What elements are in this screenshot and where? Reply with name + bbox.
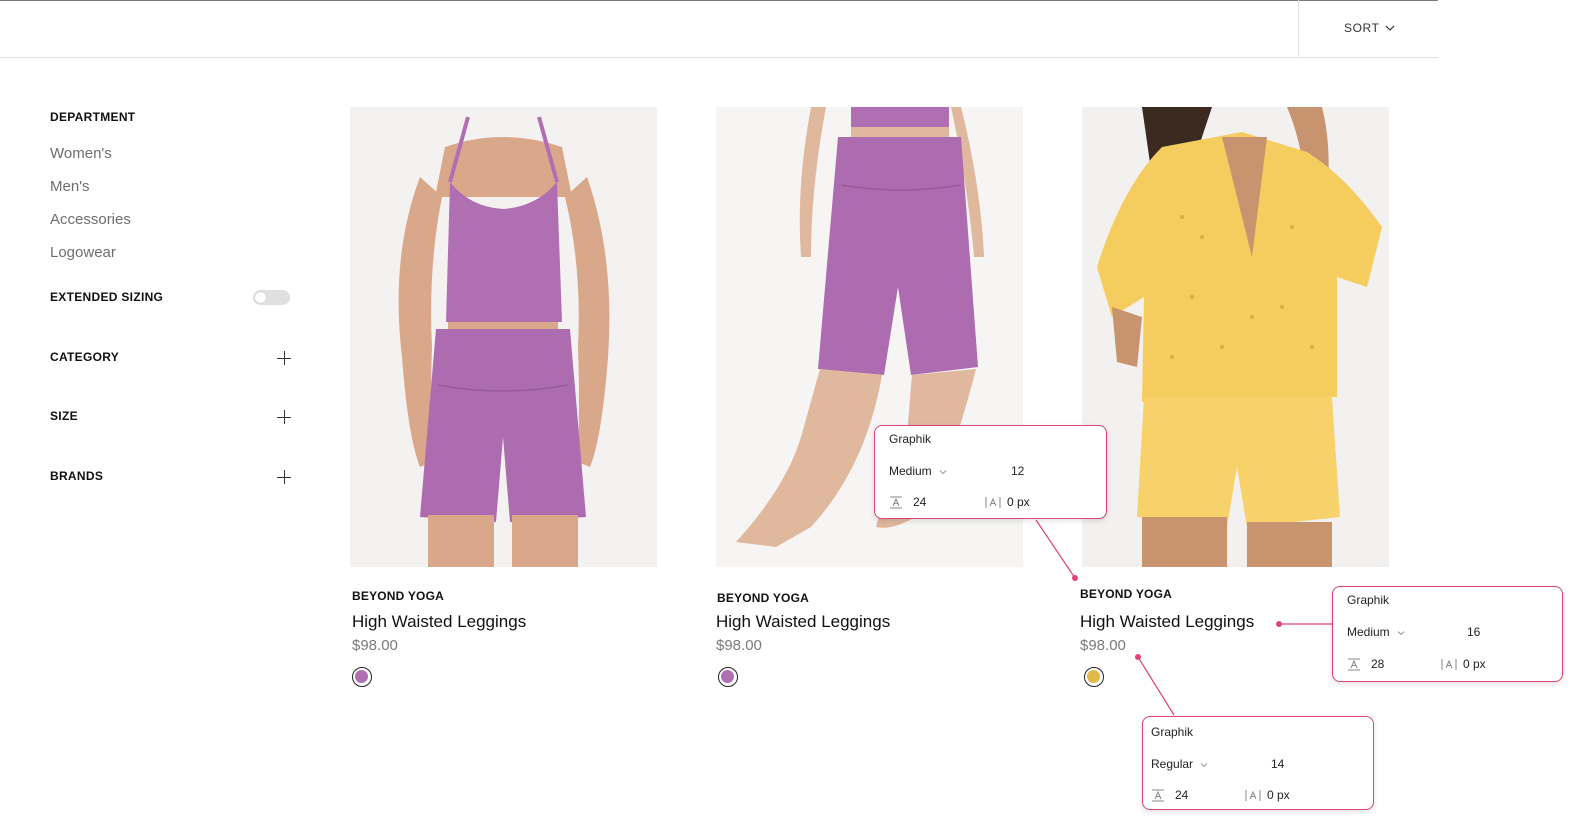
letter-spacing-icon — [985, 497, 1001, 509]
category-expand-icon[interactable] — [277, 351, 291, 365]
typography-annotation: Graphik Medium 16 28 0 px — [1332, 586, 1563, 682]
product-brand: BEYOND YOGA — [352, 589, 444, 603]
product-image[interactable] — [1082, 107, 1389, 567]
swatch-fill — [721, 670, 734, 683]
chevron-down-icon — [1385, 25, 1394, 31]
product-brand: BEYOND YOGA — [1080, 587, 1172, 601]
line-height-icon — [1152, 789, 1164, 802]
color-swatch[interactable] — [1084, 667, 1104, 687]
annotation-weight: Medium — [889, 464, 947, 478]
annotation-font: Graphik — [1347, 593, 1390, 607]
annotation-line-height: 24 — [1151, 788, 1188, 802]
top-rule — [0, 0, 1438, 1]
extended-sizing-toggle[interactable] — [253, 290, 290, 305]
department-item-mens[interactable]: Men's — [50, 178, 90, 195]
model-yellow-set-image — [1082, 107, 1389, 567]
product-price: $98.00 — [1080, 637, 1126, 654]
typography-annotation: Graphik Regular 14 24 0 px — [1142, 716, 1374, 810]
size-expand-icon[interactable] — [277, 410, 291, 424]
annotation-line-height: 24 — [889, 495, 926, 509]
annotation-weight: Regular — [1151, 757, 1208, 771]
category-title: CATEGORY — [50, 350, 120, 364]
annotation-letter-spacing: 0 px — [985, 495, 1030, 509]
sort-label: SORT — [1344, 21, 1380, 35]
annotation-letter-spacing-value: 0 px — [1007, 495, 1030, 509]
letter-spacing-icon — [1245, 790, 1261, 802]
brands-expand-icon[interactable] — [277, 470, 291, 484]
model-purple-set-image — [350, 107, 657, 567]
annotation-weight-label: Medium — [1347, 625, 1390, 639]
line-height-icon — [1348, 658, 1360, 671]
annotation-letter-spacing: 0 px — [1441, 657, 1486, 671]
annotation-letter-spacing: 0 px — [1245, 788, 1290, 802]
product-name[interactable]: High Waisted Leggings — [352, 612, 526, 632]
letter-spacing-icon — [1441, 659, 1457, 671]
product-name[interactable]: High Waisted Leggings — [1080, 612, 1254, 632]
product-brand: BEYOND YOGA — [717, 591, 809, 605]
annotation-weight-label: Medium — [889, 464, 932, 478]
annotation-weight: Medium — [1347, 625, 1405, 639]
color-swatch[interactable] — [352, 667, 372, 687]
brands-title: BRANDS — [50, 469, 104, 483]
color-swatch[interactable] — [718, 667, 738, 687]
product-image[interactable] — [350, 107, 657, 567]
swatch-fill — [355, 670, 368, 683]
chevron-down-icon — [1201, 762, 1208, 768]
annotation-font: Graphik — [1151, 725, 1194, 739]
product-price: $98.00 — [716, 637, 762, 654]
product-price: $98.00 — [352, 637, 398, 654]
department-title: DEPARTMENT — [50, 110, 136, 124]
size-title: SIZE — [50, 409, 78, 423]
annotation-letter-spacing-value: 0 px — [1267, 788, 1290, 802]
department-item-womens[interactable]: Women's — [50, 145, 112, 162]
annotation-size: 14 — [1271, 757, 1285, 771]
annotation-size: 16 — [1467, 625, 1481, 639]
product-name[interactable]: High Waisted Leggings — [716, 612, 890, 632]
chevron-down-icon — [1397, 630, 1405, 636]
annotation-line-height-value: 24 — [913, 495, 927, 509]
annotation-line-height-value: 28 — [1371, 657, 1385, 671]
annotation-font: Graphik — [889, 432, 932, 446]
extended-sizing-label: EXTENDED SIZING — [50, 290, 164, 304]
annotation-line-height-value: 24 — [1175, 788, 1189, 802]
chevron-down-icon — [939, 469, 947, 475]
typography-annotation: Graphik Medium 12 24 0 px — [874, 425, 1107, 519]
top-toolbar — [0, 0, 1438, 58]
swatch-fill — [1087, 670, 1100, 683]
line-height-icon — [890, 496, 902, 509]
sort-dropdown[interactable]: SORT — [1344, 21, 1395, 35]
toggle-knob — [255, 292, 266, 303]
sort-divider — [1298, 0, 1299, 58]
annotation-weight-label: Regular — [1151, 757, 1194, 771]
department-item-logowear[interactable]: Logowear — [50, 244, 116, 261]
department-item-accessories[interactable]: Accessories — [50, 211, 131, 228]
annotation-letter-spacing-value: 0 px — [1463, 657, 1486, 671]
annotation-size: 12 — [1011, 464, 1025, 478]
annotation-line-height: 28 — [1347, 657, 1384, 671]
